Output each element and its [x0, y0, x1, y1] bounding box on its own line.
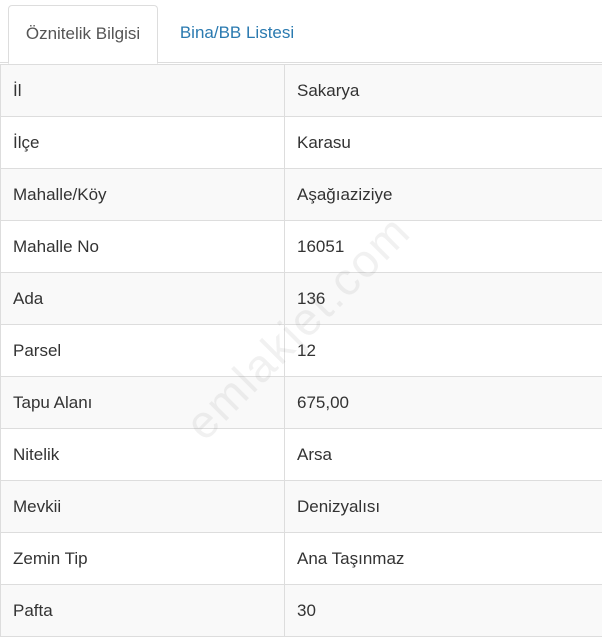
row-value: 16051	[284, 220, 602, 273]
row-value: Denizyalısı	[284, 480, 602, 533]
table-row: Mahalle No 16051	[0, 220, 602, 273]
row-label: Mahalle No	[0, 220, 285, 273]
row-value: Ana Taşınmaz	[284, 532, 602, 585]
row-value: 136	[284, 272, 602, 325]
table-row: İlçe Karasu	[0, 116, 602, 169]
table-row: Tapu Alanı 675,00	[0, 376, 602, 429]
row-label: Parsel	[0, 324, 285, 377]
table-row: Nitelik Arsa	[0, 428, 602, 481]
row-value: 12	[284, 324, 602, 377]
row-label: Zemin Tip	[0, 532, 285, 585]
table-row: İl Sakarya	[0, 64, 602, 117]
row-label: İl	[0, 64, 285, 117]
tab-bina-bb-listesi[interactable]: Bina/BB Listesi	[162, 5, 312, 63]
row-label: Nitelik	[0, 428, 285, 481]
row-label: Tapu Alanı	[0, 376, 285, 429]
table-row: Mahalle/Köy Aşağıaziziye	[0, 168, 602, 221]
row-value: 30	[284, 584, 602, 637]
table-row: Parsel 12	[0, 324, 602, 377]
row-label: İlçe	[0, 116, 285, 169]
row-value: Sakarya	[284, 64, 602, 117]
row-value: Arsa	[284, 428, 602, 481]
row-value: Aşağıaziziye	[284, 168, 602, 221]
tab-oznitelik-bilgisi[interactable]: Öznitelik Bilgisi	[8, 5, 158, 64]
table-row: Pafta 30	[0, 584, 602, 637]
row-label: Mevkii	[0, 480, 285, 533]
row-value: Karasu	[284, 116, 602, 169]
tab-bar: Öznitelik Bilgisi Bina/BB Listesi	[0, 0, 602, 64]
row-label: Pafta	[0, 584, 285, 637]
table-row: Ada 136	[0, 272, 602, 325]
row-value: 675,00	[284, 376, 602, 429]
attribute-table: İl Sakarya İlçe Karasu Mahalle/Köy Aşağı…	[0, 64, 602, 637]
table-row: Mevkii Denizyalısı	[0, 480, 602, 533]
row-label: Mahalle/Köy	[0, 168, 285, 221]
row-label: Ada	[0, 272, 285, 325]
table-row: Zemin Tip Ana Taşınmaz	[0, 532, 602, 585]
